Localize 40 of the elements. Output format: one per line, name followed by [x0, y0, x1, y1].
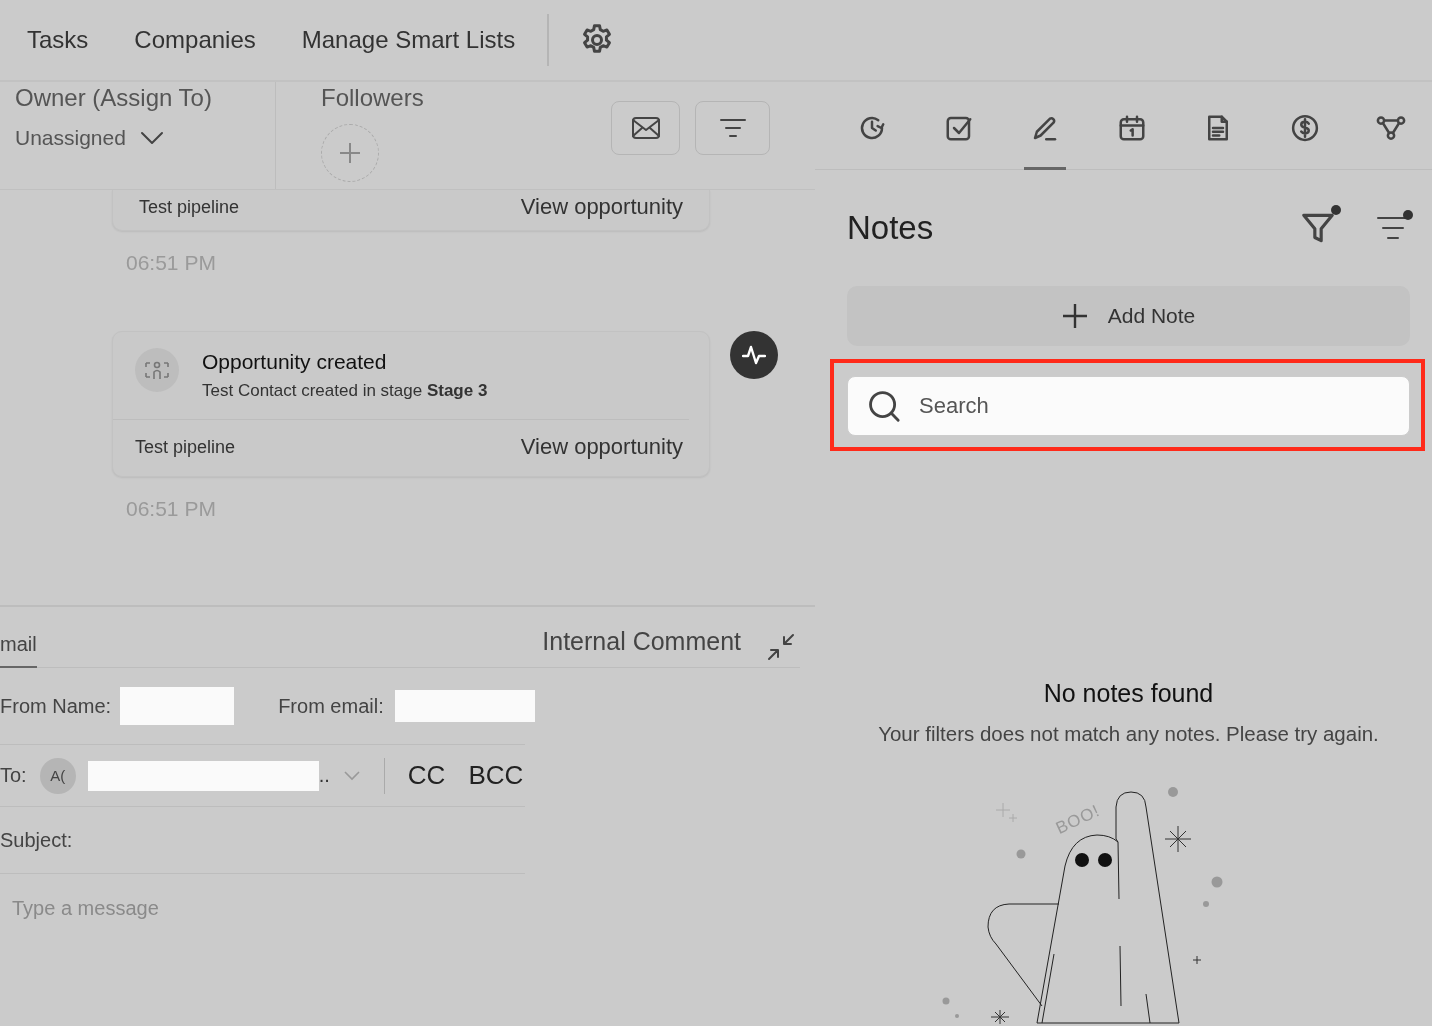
dollar-icon [1289, 112, 1320, 143]
collapse-icon[interactable] [767, 633, 795, 661]
field-label: From Name: [0, 694, 112, 718]
overflow-text: .. [318, 764, 330, 787]
search-field[interactable]: Search [847, 376, 1410, 436]
nav-tab[interactable]: Tasks [27, 26, 89, 54]
cc-button[interactable]: CC [407, 760, 446, 791]
field-label: Subject: [0, 828, 73, 852]
view-opportunity-link[interactable]: View opportunity [520, 434, 683, 460]
pulse-icon [742, 344, 766, 366]
activity-description: Test Contact created in stage Stage 3 [202, 381, 488, 401]
nav-tab[interactable]: Manage Smart Lists [301, 26, 516, 54]
message-field[interactable]: Type a message [10, 896, 514, 921]
bcc-button[interactable]: BCC [468, 760, 524, 791]
composer-tab[interactable]: Internal Comment [542, 627, 741, 668]
activity-title: Opportunity created [202, 350, 388, 374]
mail-icon [630, 116, 661, 140]
add-note-button[interactable]: Add Note [847, 286, 1410, 346]
chevron-down-icon [139, 131, 164, 145]
nav-tab[interactable]: Companies [134, 26, 256, 54]
pipeline-name: Test pipeline [139, 196, 240, 218]
people-icon [145, 359, 169, 381]
field-label: To: [0, 764, 27, 787]
panel-title: Notes [847, 209, 935, 247]
email-button[interactable] [611, 101, 680, 155]
filter-button[interactable] [695, 101, 770, 155]
field-label: Owner (Assign To) [15, 84, 212, 112]
plus-icon [1061, 303, 1088, 329]
owner-dropdown[interactable]: Unassigned [15, 126, 164, 150]
empty-message: Your filters does not match any notes. Please try again. [878, 722, 1379, 746]
empty-title: No notes found [1043, 679, 1214, 708]
composer-tab[interactable]: mail [0, 633, 37, 668]
recipient-avatar: A( [39, 757, 76, 794]
search-icon [867, 389, 901, 423]
view-opportunity-link[interactable]: View opportunity [520, 194, 683, 220]
plus-icon [339, 142, 361, 164]
pipeline-name: Test pipeline [135, 436, 236, 458]
field-label: From email: [278, 694, 384, 718]
field-label: Followers [321, 84, 424, 112]
sort-icon [719, 118, 746, 138]
